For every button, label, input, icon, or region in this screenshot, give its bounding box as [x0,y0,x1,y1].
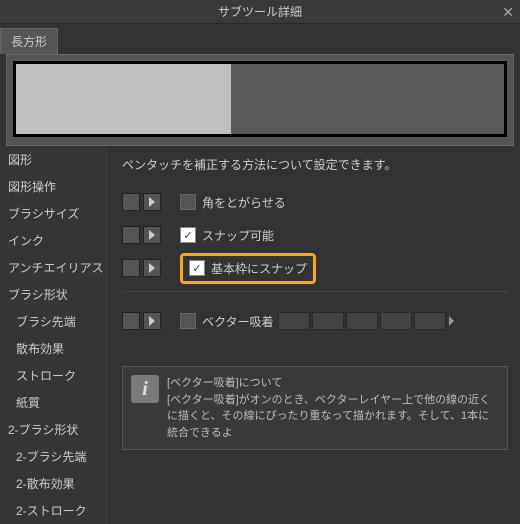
sharpen-corners-checkbox[interactable] [180,194,196,210]
sidebar-item[interactable]: ブラシ先端 [0,308,109,335]
sharpen-corners-label: 角をとがらせる [202,194,286,211]
sidebar-item[interactable]: 散布効果 [0,335,109,362]
snap-enabled-label: スナップ可能 [202,227,274,244]
indicator-toggle[interactable] [122,312,140,330]
expand-button[interactable] [143,193,161,211]
sidebar-item[interactable]: ブラシ形状 [0,281,109,308]
tool-preview [6,54,514,146]
close-icon[interactable]: ✕ [502,4,514,21]
sidebar-item[interactable]: ストローク [0,362,109,389]
vector-snap-slider[interactable] [278,312,446,330]
expand-button[interactable] [143,312,161,330]
chevron-right-icon[interactable] [448,314,456,328]
snap-basic-frame-checkbox[interactable]: ✓ [189,260,205,276]
info-heading: [ベクター吸着]について [167,375,499,392]
expand-button[interactable] [143,226,161,244]
info-icon: i [131,375,159,403]
indicator-toggle[interactable] [122,193,140,211]
info-panel: i [ベクター吸着]について [ベクター吸着]がオンのとき、ベクターレイヤー上で… [122,366,508,450]
expand-button[interactable] [143,259,161,277]
vector-snap-checkbox[interactable] [180,313,196,329]
sidebar-item[interactable]: ブラシサイズ [0,200,109,227]
info-body: [ベクター吸着]がオンのとき、ベクターレイヤー上で他の線の近くに描くと、その線に… [167,392,499,442]
sidebar-item[interactable]: 図形 [0,146,109,173]
window-title: サブツール詳細 [218,3,302,20]
sidebar-item[interactable]: アンチエイリアス [0,254,109,281]
sidebar-item[interactable]: 2-ストローク [0,497,109,524]
sidebar-item[interactable]: 図形操作 [0,173,109,200]
sidebar-item[interactable]: 2-散布効果 [0,470,109,497]
snap-basic-frame-label: 基本枠にスナップ [211,260,307,277]
sidebar-item[interactable]: 紙質 [0,389,109,416]
snap-enabled-checkbox[interactable]: ✓ [180,227,196,243]
category-sidebar: 図形図形操作ブラシサイズインクアンチエイリアスブラシ形状ブラシ先端散布効果ストロ… [0,146,110,524]
tab-rectangle[interactable]: 長方形 [0,28,58,54]
sidebar-item[interactable]: 2-ブラシ先端 [0,443,109,470]
sidebar-item[interactable]: インク [0,227,109,254]
category-description: ペンタッチを補正する方法について設定できます。 [122,156,508,173]
vector-snap-label: ベクター吸着 [202,313,274,330]
highlighted-option: ✓ 基本枠にスナップ [180,253,316,284]
sidebar-item[interactable]: 2-ブラシ形状 [0,416,109,443]
indicator-toggle[interactable] [122,259,140,277]
indicator-toggle[interactable] [122,226,140,244]
